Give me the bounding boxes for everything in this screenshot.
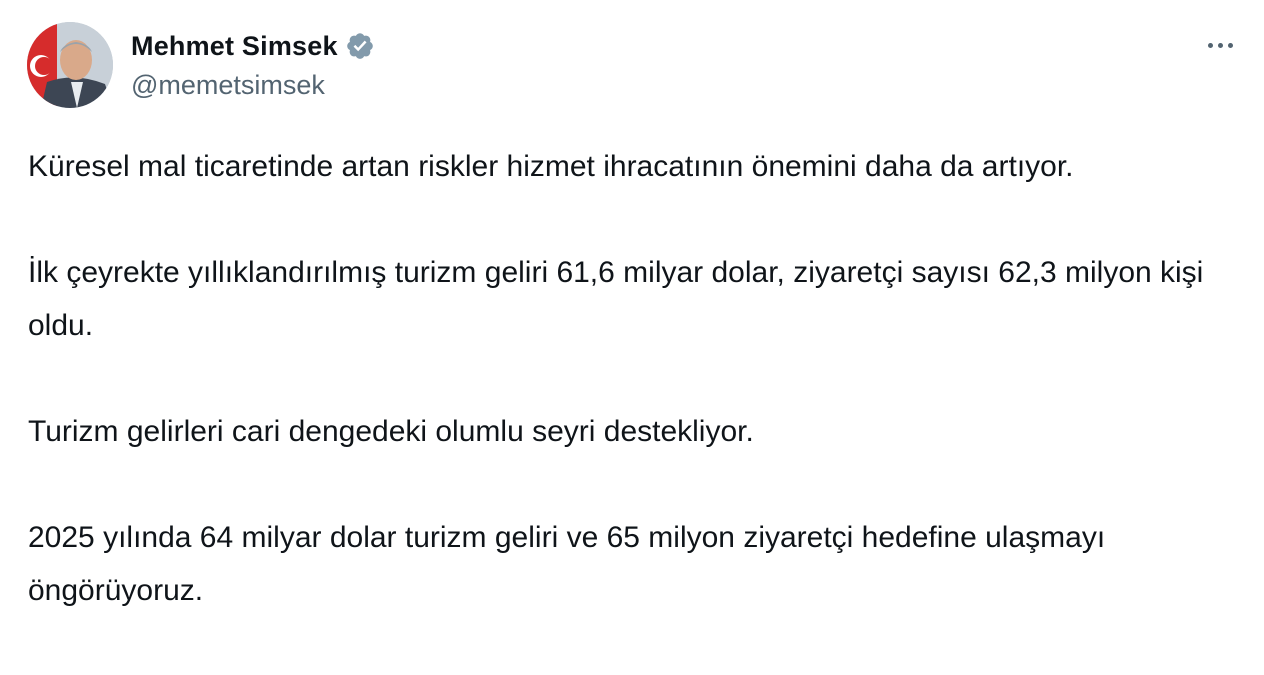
dot xyxy=(1217,42,1223,48)
dot xyxy=(1227,42,1233,48)
tweet-card: Mehmet Simsek @memetsimsek Küresel mal t… xyxy=(0,0,1264,675)
author-handle[interactable]: @memetsimsek xyxy=(131,70,325,101)
author-display-name[interactable]: Mehmet Simsek xyxy=(131,31,338,62)
verified-badge-icon[interactable] xyxy=(345,31,375,61)
dot xyxy=(1207,42,1213,48)
avatar[interactable] xyxy=(27,22,113,108)
profile-photo xyxy=(27,22,113,108)
tweet-paragraph: Turizm gelirleri cari dengedeki olumlu s… xyxy=(28,415,754,448)
more-options-icon[interactable] xyxy=(1200,30,1240,60)
tweet-paragraph: 2025 yılında 64 milyar dolar turizm geli… xyxy=(28,521,1106,607)
tweet-text: Küresel mal ticaretinde artan riskler hi… xyxy=(28,140,1238,617)
author-name-row: Mehmet Simsek xyxy=(131,26,375,66)
tweet-paragraph: Küresel mal ticaretinde artan riskler hi… xyxy=(28,150,1074,183)
tweet-paragraph: İlk çeyrekte yıllıklandırılmış turizm ge… xyxy=(28,256,1204,342)
